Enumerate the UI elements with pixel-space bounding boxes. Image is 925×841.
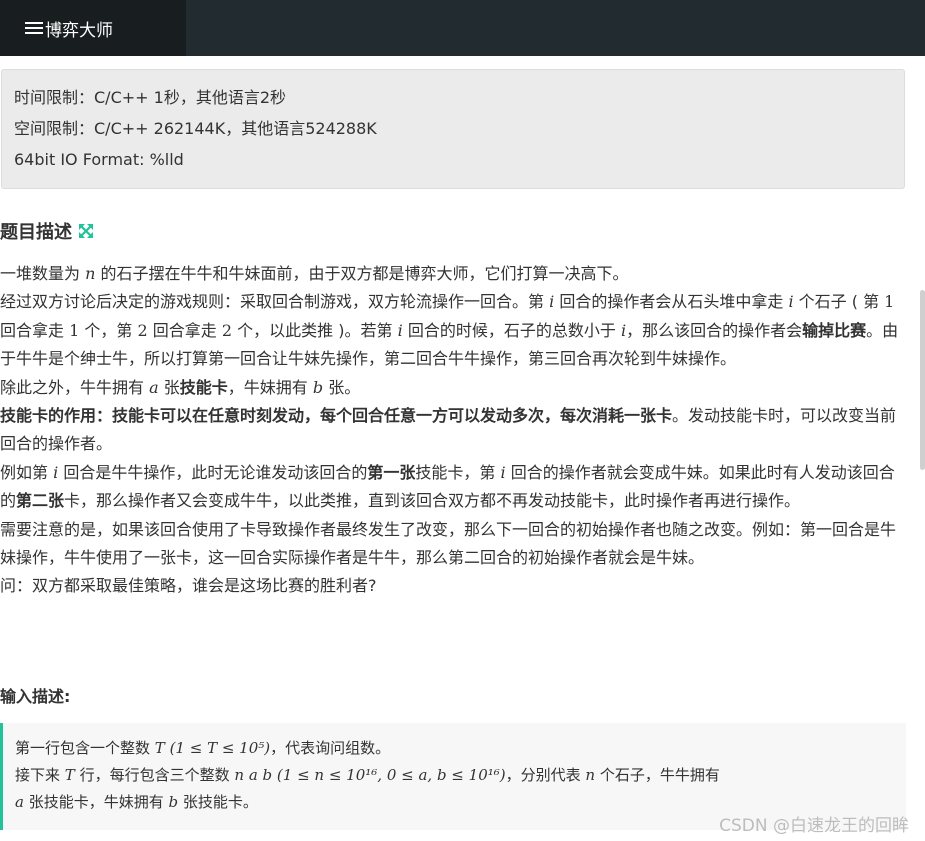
- list-icon: [25, 21, 43, 35]
- expand-icon[interactable]: [78, 223, 94, 239]
- desc-paragraph: 除此之外，牛牛拥有 a 张技能卡，牛妹拥有 b 张。: [0, 377, 361, 397]
- desc-paragraph: 经过双方讨论后决定的游戏规则：采取回合制游戏，双方轮流操作一回合。第 i 回合的…: [0, 292, 899, 369]
- desc-paragraph: 技能卡的作用：技能卡可以在任意时刻发动，每个回合任意一方可以发动多次，每次消耗一…: [0, 406, 897, 454]
- scrollbar[interactable]: [920, 290, 925, 470]
- input-description-title: 输入描述:: [0, 687, 71, 706]
- brand-label: 博弈大师: [45, 20, 113, 41]
- brand-menu-button[interactable]: 博弈大师: [0, 0, 186, 56]
- input-line: 第一行包含一个整数 T (1 ≤ T ≤ 10⁵)，代表询问组数。: [15, 739, 391, 757]
- limits-panel: 时间限制：C/C++ 1秒，其他语言2秒 空间限制：C/C++ 262144K，…: [1, 69, 905, 189]
- space-limit: 空间限制：C/C++ 262144K，其他语言524288K: [14, 119, 377, 138]
- desc-paragraph: 问：双方都采取最佳策略，谁会是这场比赛的胜利者?: [0, 576, 377, 596]
- top-navbar: 博弈大师: [0, 0, 925, 56]
- desc-paragraph: 一堆数量为 n 的石子摆在牛牛和牛妹面前，由于双方都是博弈大师，它们打算一决高下…: [0, 264, 629, 283]
- io-format: 64bit IO Format: %lld: [14, 150, 184, 169]
- time-limit: 时间限制：C/C++ 1秒，其他语言2秒: [14, 88, 286, 107]
- input-line: 接下来 T 行，每行包含三个整数 n a b (1 ≤ n ≤ 10¹⁶, 0 …: [15, 766, 720, 784]
- desc-paragraph: 需要注意的是，如果该回合使用了卡导致操作者最终发生了改变，那么下一回合的初始操作…: [0, 519, 897, 568]
- problem-description: 一堆数量为 n 的石子摆在牛牛和牛妹面前，由于双方都是博弈大师，它们打算一决高下…: [0, 260, 900, 601]
- problem-title: 题目描述: [0, 218, 94, 244]
- problem-title-text: 题目描述: [0, 222, 72, 243]
- csdn-watermark: CSDN @白速龙王的回眸: [719, 816, 909, 836]
- desc-paragraph: 例如第 i 回合是牛牛操作，此时无论谁发动该回合的第一张技能卡，第 i 回合的操…: [0, 462, 895, 511]
